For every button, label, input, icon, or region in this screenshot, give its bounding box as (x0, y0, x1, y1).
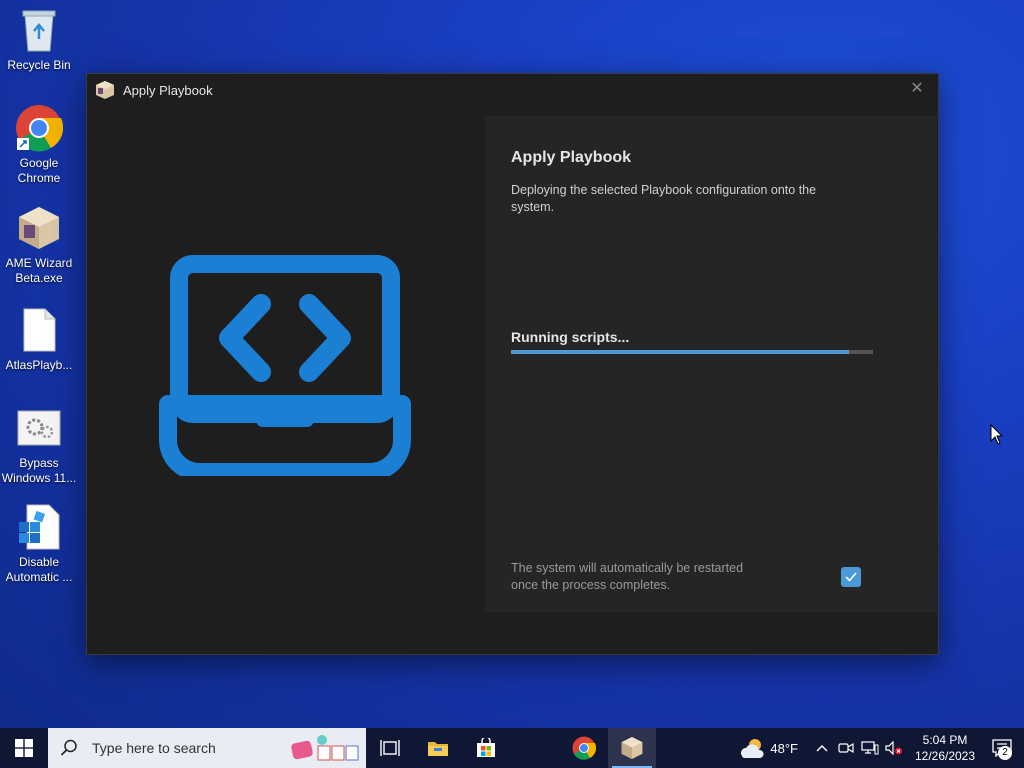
start-button[interactable] (0, 728, 48, 768)
taskbar: Type here to search 48°F 5:04 PM 12/26/2… (0, 728, 1024, 768)
chrome-icon (15, 104, 63, 152)
disable-icon (15, 503, 63, 551)
window-titlebar[interactable]: Apply Playbook ✕ (87, 74, 938, 106)
search-highlight-icon (288, 734, 360, 768)
network-icon (861, 741, 879, 755)
task-view-icon (380, 740, 400, 756)
checkmark-icon (845, 572, 857, 582)
weather-temp: 48°F (770, 740, 798, 756)
clock-date: 12/26/2023 (914, 749, 976, 763)
search-placeholder: Type here to search (92, 740, 216, 756)
clock-time: 5:04 PM (922, 733, 968, 747)
meet-icon (838, 742, 854, 754)
desktop-icon-label: Disable Automatic ... (5, 555, 73, 584)
desktop-icon-label: Recycle Bin (7, 58, 71, 72)
desktop-icon-disable-automatic[interactable]: Disable Automatic ... (0, 503, 78, 585)
volume-muted-icon (885, 741, 902, 755)
system-tray: 48°F 5:04 PM 12/26/2023 2 (738, 728, 1024, 768)
ame-wizard-icon (621, 737, 643, 759)
chevron-up-icon (816, 745, 828, 752)
bypass-icon (15, 404, 63, 452)
clock[interactable]: 5:04 PM 12/26/2023 (910, 732, 980, 764)
progress-fill (511, 350, 850, 354)
laptop-code-icon (159, 254, 411, 481)
ame-wizard-icon (95, 80, 115, 100)
file-explorer-icon (428, 742, 448, 756)
desktop-icon-label: AME Wizard Beta.exe (5, 256, 73, 285)
chrome-taskbar-button[interactable] (560, 728, 608, 768)
store-button[interactable] (462, 728, 510, 768)
notification-count-badge: 2 (998, 746, 1012, 760)
store-icon (477, 738, 495, 757)
close-button[interactable]: ✕ (908, 80, 926, 98)
file-explorer-button[interactable] (414, 728, 462, 768)
chrome-icon (572, 736, 596, 760)
mouse-cursor-icon (990, 423, 1004, 451)
desktop-icon-ame-wizard[interactable]: AME Wizard Beta.exe (0, 204, 78, 286)
restart-checkbox[interactable] (841, 567, 861, 587)
progress-status: Running scripts... (511, 329, 630, 345)
panel-description: Deploying the selected Playbook configur… (511, 183, 817, 214)
meet-now-button[interactable] (834, 728, 858, 768)
task-view-button[interactable] (366, 728, 414, 768)
desktop-icon-label: Google Chrome (17, 156, 61, 185)
recycle-bin-icon (15, 6, 63, 54)
notification-center-button[interactable]: 2 (980, 728, 1024, 768)
desktop-icon-label: Bypass Windows 11... (1, 456, 77, 485)
playbook-panel: Apply Playbook Deploying the selected Pl… (485, 116, 937, 612)
windows-logo-icon (15, 739, 33, 757)
panel-heading: Apply Playbook (511, 149, 632, 166)
desktop-icon-bypass[interactable]: Bypass Windows 11... (0, 404, 78, 486)
desktop-icon-chrome[interactable]: Google Chrome (0, 104, 78, 186)
ame-wizard-taskbar-button[interactable] (608, 728, 656, 768)
search-box[interactable]: Type here to search (48, 728, 366, 768)
desktop-icon-label: AtlasPlayb... (5, 358, 73, 372)
weather-icon (741, 739, 764, 758)
window-title: Apply Playbook (123, 82, 213, 98)
desktop-icon-recycle-bin[interactable]: Recycle Bin (0, 6, 78, 73)
progress-bar (511, 350, 873, 354)
volume-button[interactable] (882, 728, 906, 768)
ame-wizard-icon (15, 204, 63, 252)
show-hidden-icons-button[interactable] (810, 728, 834, 768)
restart-note: The system will automatically be restart… (511, 561, 744, 592)
weather-widget[interactable]: 48°F (738, 736, 798, 760)
network-button[interactable] (858, 728, 882, 768)
apply-playbook-window: Apply Playbook ✕ Apply Playbook Deployin… (86, 73, 939, 655)
desktop-icon-atlas-playbook[interactable]: AtlasPlayb... (0, 306, 78, 373)
file-icon (15, 306, 63, 354)
search-icon (60, 739, 77, 756)
